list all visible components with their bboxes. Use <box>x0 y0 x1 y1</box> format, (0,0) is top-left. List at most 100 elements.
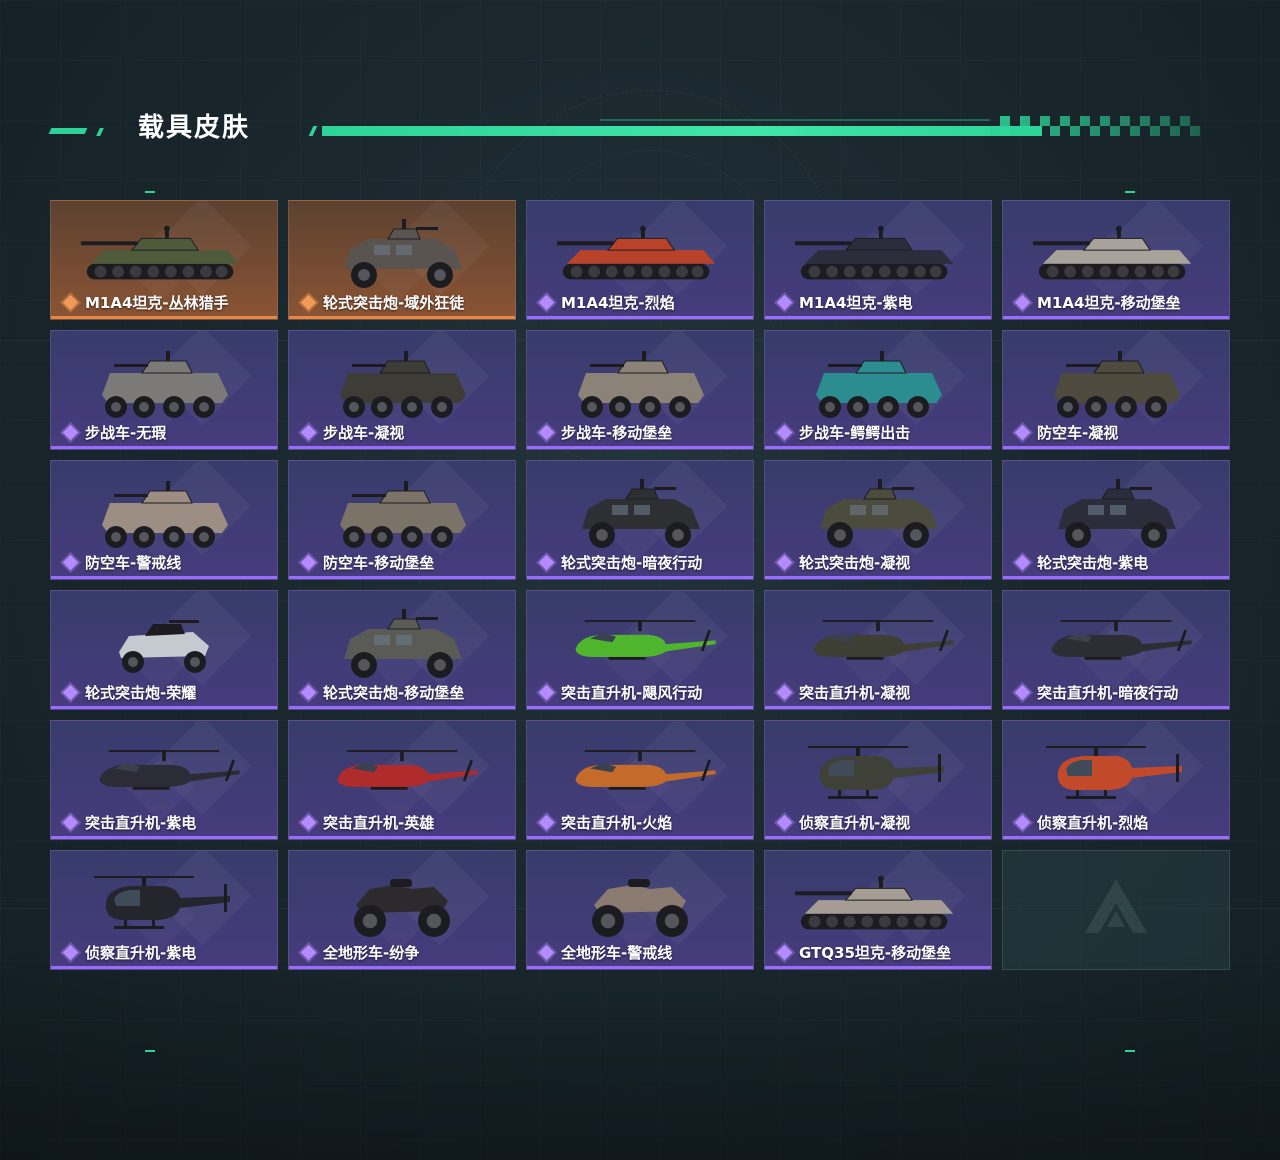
header-thin-line <box>600 119 990 121</box>
skin-card[interactable]: 步战车-鳄鳄出击 <box>764 330 992 450</box>
skin-card[interactable]: M1A4坦克-移动堡垒 <box>1002 200 1230 320</box>
skin-label: 侦察直升机-紫电 <box>61 942 196 963</box>
skin-card[interactable]: 侦察直升机-烈焰 <box>1002 720 1230 840</box>
skin-card[interactable]: 步战车-凝视 <box>288 330 516 450</box>
vehicle-image <box>557 735 723 815</box>
skin-card[interactable]: M1A4坦克-丛林猎手 <box>50 200 278 320</box>
skin-label: 步战车-移动堡垒 <box>537 422 672 443</box>
rarity-diamond-icon <box>300 814 317 831</box>
vehicle-image <box>319 345 485 425</box>
skin-card[interactable]: 侦察直升机-紫电 <box>50 850 278 970</box>
skin-label: 防空车-移动堡垒 <box>299 552 434 573</box>
skin-label: 轮式突击炮-紫电 <box>1013 552 1148 573</box>
skin-card[interactable]: 轮式突击炮-紫电 <box>1002 460 1230 580</box>
vehicle-image <box>81 215 247 295</box>
skin-name: 全地形车-警戒线 <box>561 944 673 962</box>
vehicle-image <box>81 865 247 945</box>
rarity-diamond-icon <box>538 684 555 701</box>
vehicle-image <box>1033 735 1199 815</box>
skin-name: 突击直升机-暗夜行动 <box>1037 684 1179 702</box>
skin-name: 步战车-凝视 <box>323 424 405 442</box>
skin-label: 侦察直升机-凝视 <box>775 812 910 833</box>
rarity-diamond-icon <box>1014 684 1031 701</box>
skin-label: 突击直升机-英雄 <box>299 812 434 833</box>
skin-label: 轮式突击炮-暗夜行动 <box>537 552 702 573</box>
vehicle-image <box>319 475 485 555</box>
rarity-diamond-icon <box>1014 814 1031 831</box>
rarity-diamond-icon <box>776 944 793 961</box>
vehicle-image <box>319 215 485 295</box>
skin-card[interactable]: 突击直升机-火焰 <box>526 720 754 840</box>
skin-name: 突击直升机-英雄 <box>323 814 435 832</box>
empty-slot <box>1002 850 1230 970</box>
skin-name: 步战车-无瑕 <box>85 424 167 442</box>
skin-name: M1A4坦克-紫电 <box>799 294 913 312</box>
skin-name: 突击直升机-凝视 <box>799 684 911 702</box>
skin-grid: M1A4坦克-丛林猎手 轮式突击炮-域外狂徒 M1A4坦克-烈焰 M1A4坦克-… <box>50 200 1230 970</box>
rarity-diamond-icon <box>300 554 317 571</box>
vehicle-image <box>319 735 485 815</box>
vehicle-image <box>795 735 961 815</box>
skin-card[interactable]: 轮式突击炮-暗夜行动 <box>526 460 754 580</box>
vehicle-image <box>1033 475 1199 555</box>
skin-name: GTQ35坦克-移动堡垒 <box>799 944 952 962</box>
vehicle-image <box>557 215 723 295</box>
skin-name: 突击直升机-紫电 <box>85 814 197 832</box>
skin-card[interactable]: 全地形车-纷争 <box>288 850 516 970</box>
skin-card[interactable]: 轮式突击炮-移动堡垒 <box>288 590 516 710</box>
rarity-diamond-icon <box>1014 294 1031 311</box>
vehicle-image <box>795 475 961 555</box>
skin-card[interactable]: 突击直升机-飓风行动 <box>526 590 754 710</box>
rarity-diamond-icon <box>62 424 79 441</box>
skin-label: 突击直升机-暗夜行动 <box>1013 682 1178 703</box>
skin-card[interactable]: M1A4坦克-紫电 <box>764 200 992 320</box>
skin-name: 防空车-移动堡垒 <box>323 554 435 572</box>
skin-label: 全地形车-纷争 <box>299 942 419 963</box>
rarity-diamond-icon <box>538 554 555 571</box>
skin-label: 防空车-警戒线 <box>61 552 181 573</box>
skin-label: 突击直升机-紫电 <box>61 812 196 833</box>
skin-card[interactable]: 步战车-移动堡垒 <box>526 330 754 450</box>
skin-name: 轮式突击炮-移动堡垒 <box>323 684 465 702</box>
rarity-diamond-icon <box>1014 424 1031 441</box>
vehicle-image <box>319 605 485 685</box>
skin-name: M1A4坦克-移动堡垒 <box>1037 294 1181 312</box>
skin-label: GTQ35坦克-移动堡垒 <box>775 942 951 963</box>
skin-card[interactable]: 突击直升机-暗夜行动 <box>1002 590 1230 710</box>
skin-card[interactable]: 轮式突击炮-荣耀 <box>50 590 278 710</box>
vehicle-image <box>795 865 961 945</box>
skin-name: 侦察直升机-烈焰 <box>1037 814 1149 832</box>
corner-tick <box>1125 1050 1135 1052</box>
skin-card[interactable]: 防空车-警戒线 <box>50 460 278 580</box>
corner-tick <box>145 1050 155 1052</box>
vehicle-image <box>795 345 961 425</box>
skin-card[interactable]: 防空车-移动堡垒 <box>288 460 516 580</box>
rarity-diamond-icon <box>300 424 317 441</box>
corner-tick <box>145 191 155 193</box>
vehicle-image <box>81 735 247 815</box>
skin-label: 突击直升机-火焰 <box>537 812 672 833</box>
vehicle-image <box>795 605 961 685</box>
vehicle-image <box>557 475 723 555</box>
skin-label: 全地形车-警戒线 <box>537 942 672 963</box>
skin-card[interactable]: 全地形车-警戒线 <box>526 850 754 970</box>
rarity-diamond-icon <box>776 554 793 571</box>
skin-card[interactable]: 突击直升机-凝视 <box>764 590 992 710</box>
skin-card[interactable]: 突击直升机-紫电 <box>50 720 278 840</box>
vehicle-image <box>795 215 961 295</box>
skin-card[interactable]: 轮式突击炮-凝视 <box>764 460 992 580</box>
skin-label: 轮式突击炮-荣耀 <box>61 682 196 703</box>
skin-card[interactable]: 步战车-无瑕 <box>50 330 278 450</box>
skin-name: 侦察直升机-紫电 <box>85 944 197 962</box>
skin-label: 轮式突击炮-移动堡垒 <box>299 682 464 703</box>
skin-card[interactable]: GTQ35坦克-移动堡垒 <box>764 850 992 970</box>
skin-card[interactable]: 防空车-凝视 <box>1002 330 1230 450</box>
skin-card[interactable]: 突击直升机-英雄 <box>288 720 516 840</box>
vehicle-image <box>557 345 723 425</box>
rarity-diamond-icon <box>300 684 317 701</box>
skin-name: 侦察直升机-凝视 <box>799 814 911 832</box>
skin-label: 侦察直升机-烈焰 <box>1013 812 1148 833</box>
skin-card[interactable]: 轮式突击炮-域外狂徒 <box>288 200 516 320</box>
skin-card[interactable]: M1A4坦克-烈焰 <box>526 200 754 320</box>
skin-card[interactable]: 侦察直升机-凝视 <box>764 720 992 840</box>
